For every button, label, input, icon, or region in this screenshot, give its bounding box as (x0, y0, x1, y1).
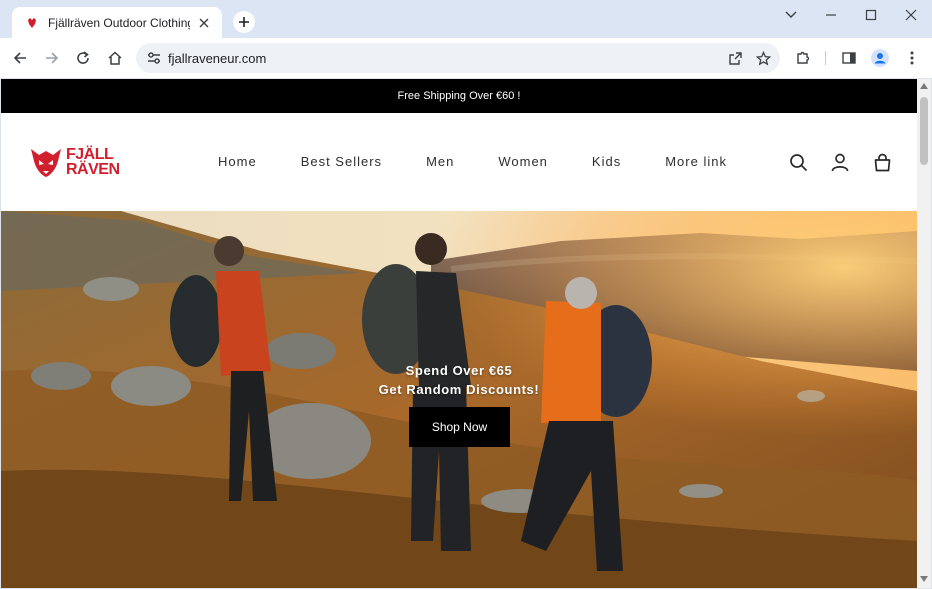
tab-strip: Fjällräven Outdoor Clothing & E (0, 0, 932, 38)
toolbar-separator (825, 51, 826, 65)
home-button[interactable] (104, 47, 126, 69)
url-text[interactable]: fjallraveneur.com (168, 51, 724, 66)
hero-line-2: Get Random Discounts! (378, 382, 540, 397)
minimize-button[interactable] (819, 5, 843, 25)
new-tab-button[interactable] (233, 11, 255, 33)
nav-home[interactable]: Home (218, 154, 257, 169)
maximize-button[interactable] (859, 5, 883, 25)
scroll-up-icon[interactable] (920, 83, 928, 89)
forward-button[interactable] (41, 47, 63, 69)
nav-men[interactable]: Men (426, 154, 454, 169)
plus-icon (239, 17, 249, 27)
search-icon (789, 153, 807, 171)
user-icon (831, 153, 849, 171)
star-icon[interactable] (752, 47, 774, 69)
site-logo[interactable]: FJÄLL RÄVEN (29, 143, 133, 181)
maximize-icon (865, 9, 877, 21)
puzzle-icon (797, 51, 810, 64)
announcement-bar: Free Shipping Over €60 ! (1, 79, 917, 113)
home-icon (108, 51, 122, 65)
page-scrollbar[interactable] (917, 79, 931, 588)
shop-now-button[interactable]: Shop Now (409, 407, 510, 447)
browser-toolbar: fjallraveneur.com (0, 38, 932, 78)
announcement-text: Free Shipping Over €60 ! (397, 90, 521, 102)
minimize-icon (826, 14, 836, 16)
hero-headline: Spend Over €65 Get Random Discounts! (309, 361, 609, 399)
close-window-button[interactable] (899, 5, 923, 25)
scroll-thumb[interactable] (920, 97, 928, 165)
browser-menu-button[interactable] (901, 47, 923, 69)
logo-wordmark: FJÄLL RÄVEN (66, 146, 120, 178)
hero-banner: Spend Over €65 Get Random Discounts! Sho… (1, 211, 917, 588)
extensions-button[interactable] (792, 47, 814, 69)
page-viewport: Free Shipping Over €60 ! FJÄLL RÄVEN Hom… (1, 79, 917, 588)
chevron-down-icon (785, 11, 797, 18)
reload-icon (77, 51, 89, 64)
arrow-right-icon (46, 52, 59, 64)
logo-line-1: FJÄLL (66, 146, 114, 163)
browser-tab[interactable]: Fjällräven Outdoor Clothing & E (12, 7, 222, 38)
logo-line-2: RÄVEN (66, 161, 120, 178)
search-button[interactable] (787, 151, 809, 173)
reload-button[interactable] (72, 47, 94, 69)
tab-search-button[interactable] (779, 5, 803, 25)
scroll-down-icon[interactable] (920, 576, 928, 582)
fox-favicon-icon (26, 17, 38, 29)
side-panel-icon (842, 52, 856, 64)
back-button[interactable] (9, 47, 31, 69)
close-icon[interactable] (196, 15, 212, 31)
nav-kids[interactable]: Kids (592, 154, 621, 169)
kebab-menu-icon (910, 51, 914, 65)
profile-icon (871, 49, 889, 67)
hero-line-1: Spend Over €65 (405, 363, 513, 378)
site-header: FJÄLL RÄVEN Home Best Sellers Men Women … (1, 113, 917, 211)
address-bar[interactable]: fjallraveneur.com (136, 43, 780, 73)
share-icon[interactable] (724, 47, 746, 69)
arrow-left-icon (13, 52, 26, 64)
cart-button[interactable] (871, 151, 893, 173)
nav-best-sellers[interactable]: Best Sellers (301, 154, 382, 169)
hero-image (1, 211, 917, 588)
main-nav: Home Best Sellers Men Women Kids More li… (218, 154, 771, 169)
tune-icon[interactable] (146, 50, 162, 66)
nav-women[interactable]: Women (498, 154, 548, 169)
side-panel-button[interactable] (838, 47, 860, 69)
tab-title: Fjällräven Outdoor Clothing & E (48, 15, 190, 30)
fox-logo-icon (31, 149, 61, 177)
nav-more-link[interactable]: More link (665, 154, 727, 169)
account-button[interactable] (829, 151, 851, 173)
profile-button[interactable] (869, 47, 891, 69)
bag-icon (874, 153, 890, 171)
close-window-icon (905, 9, 917, 21)
